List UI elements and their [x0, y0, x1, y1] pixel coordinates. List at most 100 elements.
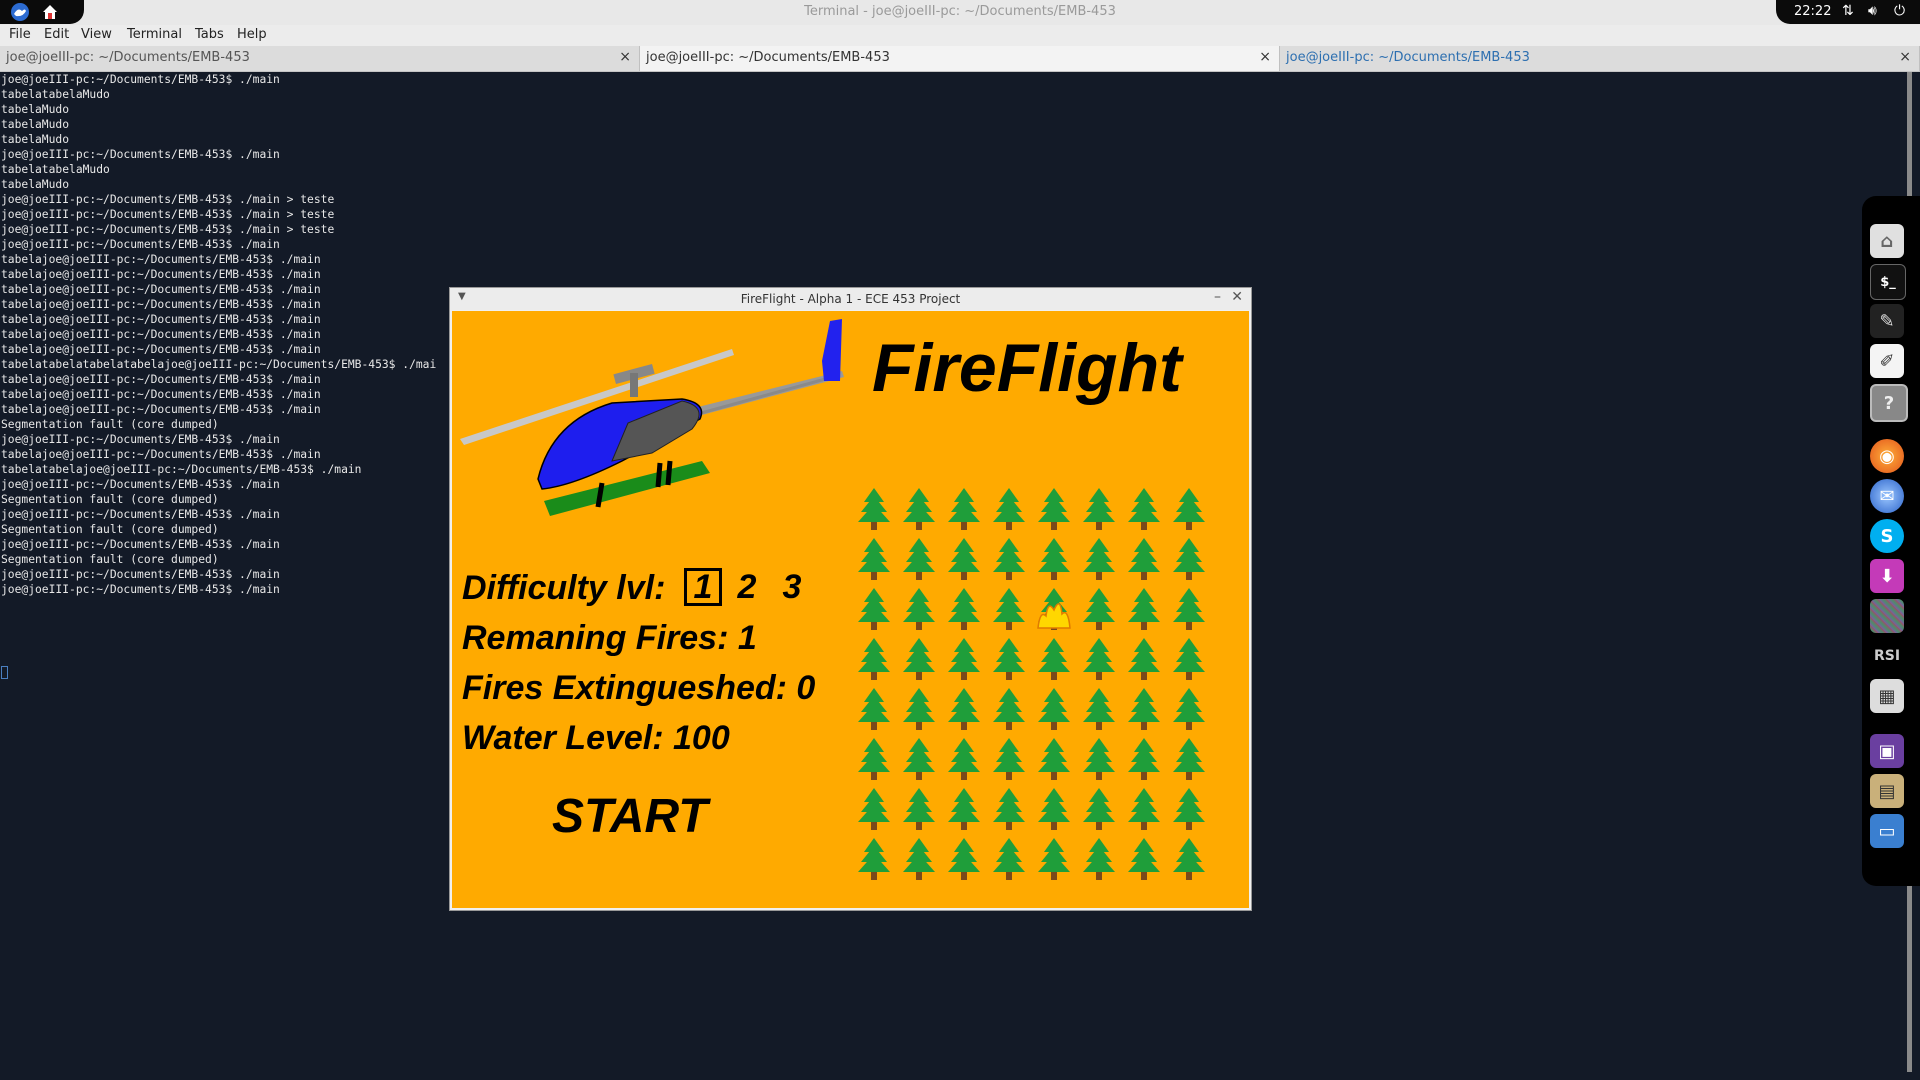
game-logo: FireFlight	[872, 330, 1182, 406]
terminal-line: joe@joeIII-pc:~/Documents/EMB-453$ ./mai…	[1, 148, 280, 161]
terminal-line: tabelaMudo	[1, 178, 70, 191]
power-icon[interactable]: ⏻	[1894, 3, 1905, 19]
tree-icon	[858, 638, 890, 680]
tree-icon	[903, 688, 935, 730]
close-icon[interactable]: ×	[1259, 49, 1271, 65]
fires-extinguished: Fires Extingueshed: 0	[462, 669, 816, 707]
difficulty-level-1[interactable]: 1	[684, 568, 722, 606]
terminal-line: tabelaMudo	[1, 118, 70, 131]
terminal-line: joe@joeIII-pc:~/Documents/EMB-453$ ./mai…	[1, 538, 280, 551]
terminal-lines: joe@joeIII-pc:~/Documents/EMB-453$ ./mai…	[1, 72, 436, 597]
volume-icon[interactable]: 🔊︎	[1868, 3, 1877, 19]
tree-icon	[948, 588, 980, 630]
fireflight-window: ▼ FireFlight - Alpha 1 - ECE 453 Project…	[449, 287, 1252, 911]
notes-icon[interactable]: ✐	[1870, 344, 1904, 378]
tree-icon	[1083, 488, 1115, 530]
tree-icon	[1083, 688, 1115, 730]
terminal-icon[interactable]: $_	[1870, 264, 1906, 300]
terminal-line: tabelajoe@joeIII-pc:~/Documents/EMB-453$…	[1, 373, 321, 386]
burning-tree-icon	[1037, 588, 1071, 630]
tree-icon	[1038, 838, 1070, 880]
close-icon[interactable]: ×	[619, 49, 631, 65]
tree-icon	[1083, 588, 1115, 630]
start-button[interactable]: START	[552, 789, 708, 844]
tree-icon	[1083, 538, 1115, 580]
menu-view[interactable]: View	[79, 27, 114, 42]
close-icon[interactable]: ✕	[1231, 289, 1243, 305]
active-window-title: Terminal - joe@joeIII-pc: ~/Documents/EM…	[804, 4, 1116, 19]
terminal-line: joe@joeIII-pc:~/Documents/EMB-453$ ./mai…	[1, 238, 280, 251]
tree-icon	[1038, 538, 1070, 580]
home-folder-icon[interactable]: ⌂	[1870, 224, 1904, 258]
terminal-line: tabelajoe@joeIII-pc:~/Documents/EMB-453$…	[1, 253, 321, 266]
tree-icon	[1173, 638, 1205, 680]
tree-icon	[993, 838, 1025, 880]
terminal-tab-3[interactable]: joe@joeIII-pc: ~/Documents/EMB-453 ×	[1280, 46, 1920, 71]
minimize-icon[interactable]: –	[1214, 289, 1221, 305]
close-icon[interactable]: ×	[1899, 49, 1911, 65]
display-icon[interactable]: ▭	[1870, 814, 1904, 848]
clock[interactable]: 22:22	[1794, 4, 1831, 19]
tree-icon	[1083, 738, 1115, 780]
tree-icon	[993, 738, 1025, 780]
difficulty-level-3[interactable]: 3	[773, 568, 811, 606]
image-viewer-icon[interactable]: ▤	[1870, 774, 1904, 808]
tree-icon	[1128, 688, 1160, 730]
tree-icon	[858, 688, 890, 730]
water-level: Water Level: 100	[462, 719, 730, 757]
calculator-icon[interactable]: ▦	[1870, 679, 1904, 713]
terminal-line: tabelajoe@joeIII-pc:~/Documents/EMB-453$…	[1, 313, 321, 326]
game-canvas[interactable]: FireFlight Difficulty lvl: 1 2 3 Remanin…	[452, 311, 1249, 908]
purple-app-icon[interactable]: ▣	[1870, 734, 1904, 768]
terminal-line: tabelajoe@joeIII-pc:~/Documents/EMB-453$…	[1, 268, 321, 281]
tree-icon	[858, 838, 890, 880]
terminal-line: tabelatabelajoe@joeIII-pc:~/Documents/EM…	[1, 463, 362, 476]
menu-tabs[interactable]: Tabs	[193, 27, 226, 42]
terminal-line: tabelaMudo	[1, 133, 70, 146]
network-icon[interactable]: ⇅	[1842, 3, 1854, 19]
help-icon[interactable]: ?	[1870, 384, 1908, 422]
tree-icon	[1173, 788, 1205, 830]
tree-icon	[948, 688, 980, 730]
menu-file[interactable]: File	[7, 27, 33, 42]
firefox-icon[interactable]: ◉	[1870, 439, 1904, 473]
terminal-line: tabelajoe@joeIII-pc:~/Documents/EMB-453$…	[1, 388, 321, 401]
window-titlebar[interactable]: ▼ FireFlight - Alpha 1 - ECE 453 Project…	[450, 288, 1251, 310]
tree-icon	[1128, 838, 1160, 880]
tree-icon	[903, 788, 935, 830]
terminal-line: tabelatabelatabelatabelajoe@joeIII-pc:~/…	[1, 358, 437, 371]
terminal-line: joe@joeIII-pc:~/Documents/EMB-453$ ./mai…	[1, 223, 335, 236]
difficulty-level-2[interactable]: 2	[728, 568, 766, 606]
thunderbird-icon[interactable]: ✉	[1870, 479, 1904, 513]
tab-label: joe@joeIII-pc: ~/Documents/EMB-453	[1286, 50, 1530, 65]
menu-terminal[interactable]: Terminal	[125, 27, 184, 42]
helicopter-icon	[460, 319, 844, 516]
terminal-tab-1[interactable]: joe@joeIII-pc: ~/Documents/EMB-453 ×	[0, 46, 640, 71]
tree-icon	[993, 538, 1025, 580]
terminal-line: joe@joeIII-pc:~/Documents/EMB-453$ ./mai…	[1, 583, 280, 596]
tree-icon	[903, 488, 935, 530]
tree-icon	[993, 638, 1025, 680]
tab-label: joe@joeIII-pc: ~/Documents/EMB-453	[6, 50, 250, 65]
tree-icon	[1173, 838, 1205, 880]
terminal-line: Segmentation fault (core dumped)	[1, 523, 219, 536]
tree-icon	[1128, 538, 1160, 580]
tab-bar: joe@joeIII-pc: ~/Documents/EMB-453 × joe…	[0, 46, 1920, 72]
tree-icon	[1083, 638, 1115, 680]
skype-icon[interactable]: S	[1870, 519, 1904, 553]
menu-help[interactable]: Help	[235, 27, 269, 42]
terminal-line: tabelatabelaMudo	[1, 163, 110, 176]
difficulty-label: Difficulty lvl:	[462, 569, 666, 607]
text-editor-icon[interactable]: ✎	[1870, 304, 1904, 338]
tree-icon	[1128, 788, 1160, 830]
noise-app-icon[interactable]	[1870, 599, 1904, 633]
download-icon[interactable]: ⬇	[1870, 559, 1904, 593]
tree-icon	[1173, 738, 1205, 780]
tree-icon	[858, 738, 890, 780]
terminal-tab-2[interactable]: joe@joeIII-pc: ~/Documents/EMB-453 ×	[640, 46, 1280, 71]
tree-icon	[903, 538, 935, 580]
tree-icon	[858, 538, 890, 580]
terminal-line: tabelatabelaMudo	[1, 88, 110, 101]
menu-edit[interactable]: Edit	[42, 27, 71, 42]
rsi-icon[interactable]: RSI	[1870, 639, 1904, 673]
